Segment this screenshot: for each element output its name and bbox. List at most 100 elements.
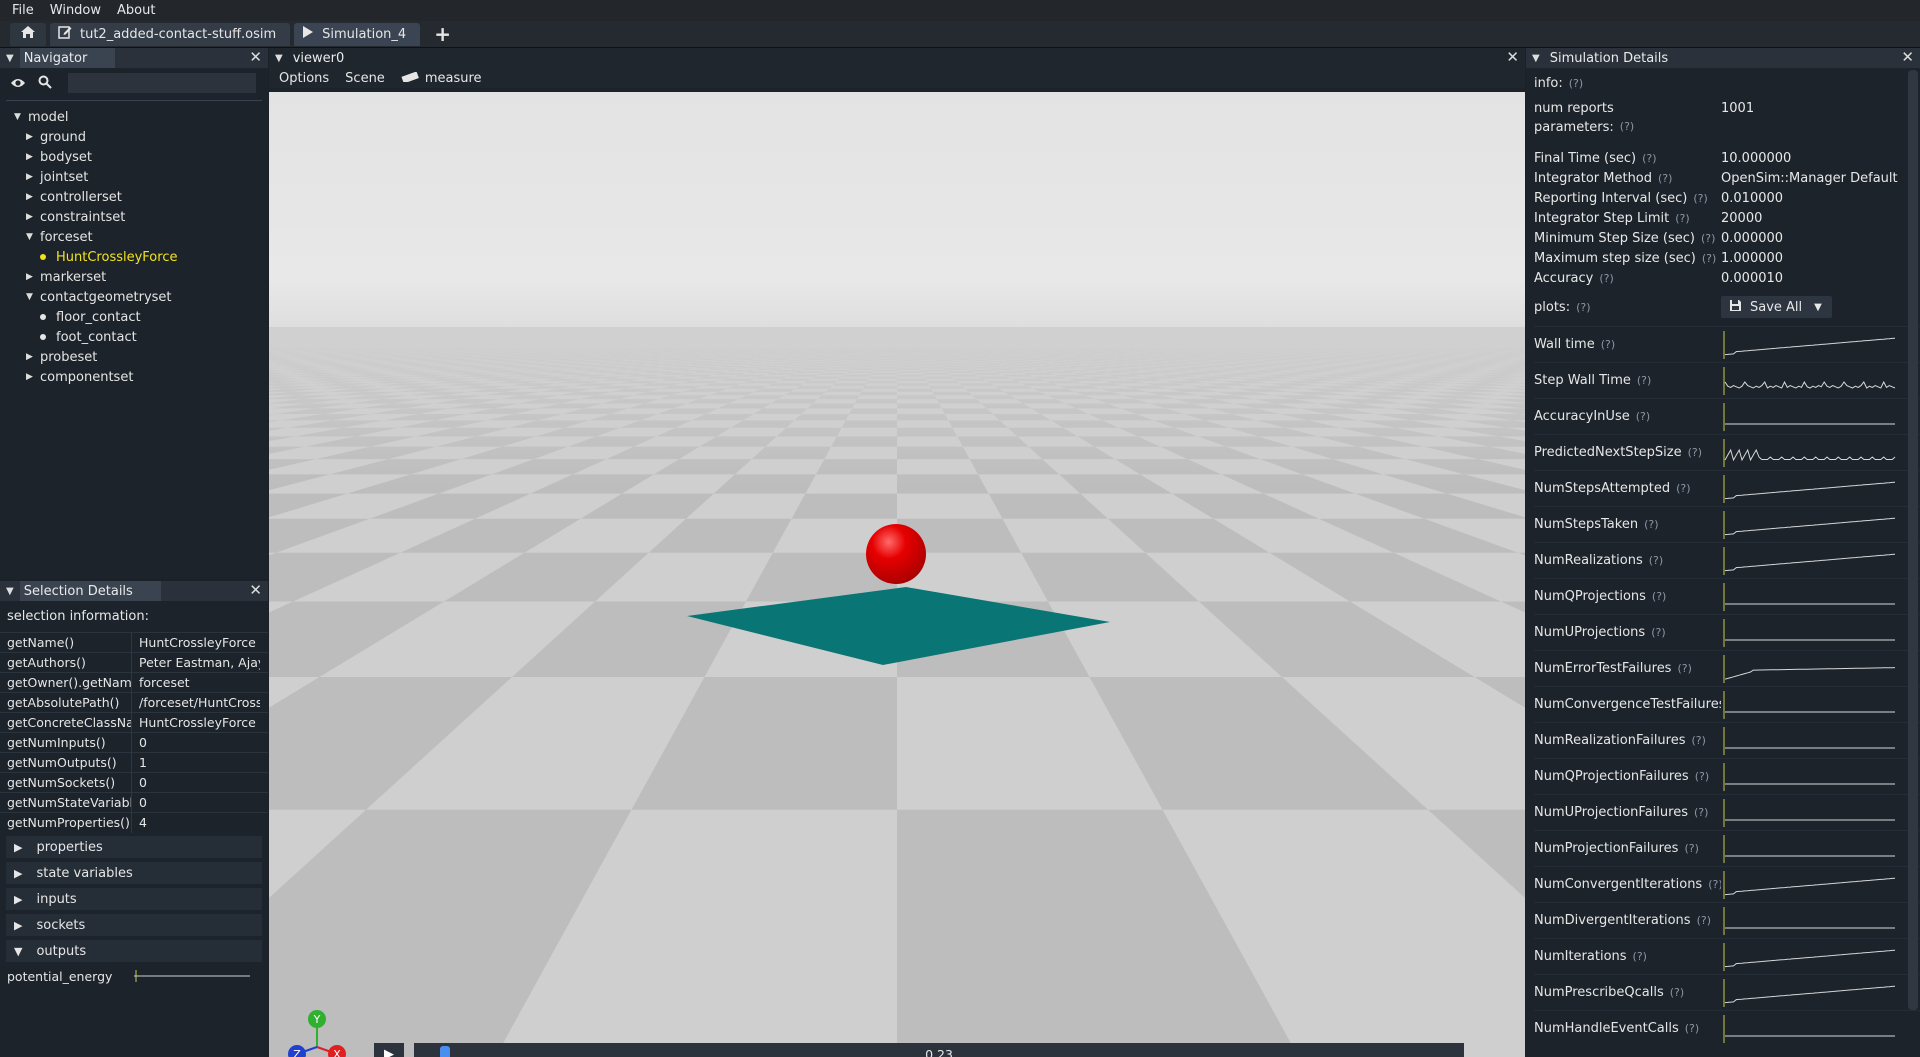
scrollbar[interactable] — [1908, 70, 1918, 1010]
plot-sparkline[interactable] — [1721, 473, 1897, 505]
tree-item[interactable]: ▶ probeset — [14, 347, 268, 367]
help-marker[interactable]: (?) — [1694, 806, 1708, 819]
plot-sparkline[interactable] — [1721, 401, 1897, 433]
viewer-menu-scene[interactable]: Scene — [345, 71, 385, 86]
tree-item[interactable]: floor_contact — [14, 307, 268, 327]
help-marker[interactable]: (?) — [1576, 301, 1590, 314]
plot-sparkline[interactable] — [1721, 725, 1897, 757]
plot-sparkline[interactable] — [1721, 653, 1897, 685]
plot-sparkline[interactable] — [1721, 545, 1897, 577]
collapsed-icon[interactable]: ▶ — [26, 372, 40, 382]
help-marker[interactable]: (?) — [1599, 272, 1613, 285]
help-marker[interactable]: (?) — [1670, 986, 1684, 999]
collapse-icon[interactable]: ▼ — [275, 53, 283, 64]
help-marker[interactable]: (?) — [1569, 77, 1583, 90]
menu-window[interactable]: Window — [42, 3, 109, 18]
section-header[interactable]: ▶ properties — [6, 836, 262, 858]
help-marker[interactable]: (?) — [1651, 626, 1665, 639]
help-marker[interactable]: (?) — [1697, 914, 1711, 927]
tree-item[interactable]: foot_contact — [14, 327, 268, 347]
help-marker[interactable]: (?) — [1708, 878, 1721, 891]
menu-file[interactable]: File — [4, 3, 42, 18]
close-icon[interactable]: ✕ — [1506, 48, 1519, 66]
collapsed-icon[interactable]: ▶ — [26, 192, 40, 202]
help-marker[interactable]: (?) — [1685, 1022, 1699, 1035]
tree-item[interactable]: ▼ model — [14, 107, 268, 127]
time-slider[interactable]: 0.23 — [414, 1043, 1464, 1057]
save-all-button[interactable]: Save All ▼ — [1721, 296, 1832, 318]
close-icon[interactable]: ✕ — [249, 48, 262, 66]
collapse-icon[interactable]: ▼ — [1532, 53, 1540, 64]
measure-button[interactable]: measure — [401, 71, 498, 86]
collapsed-icon[interactable]: ▶ — [26, 272, 40, 282]
add-tab-button[interactable]: + — [424, 22, 461, 46]
help-marker[interactable]: (?) — [1636, 410, 1650, 423]
search-input[interactable] — [68, 73, 256, 93]
help-marker[interactable]: (?) — [1675, 212, 1689, 225]
tree-item[interactable]: ▼ forceset — [14, 227, 268, 247]
collapsed-icon[interactable]: ▶ — [26, 352, 40, 362]
tree-item[interactable]: ▶ ground — [14, 127, 268, 147]
plot-sparkline[interactable] — [1721, 869, 1897, 901]
help-marker[interactable]: (?) — [1649, 554, 1663, 567]
help-marker[interactable]: (?) — [1658, 172, 1672, 185]
help-marker[interactable]: (?) — [1692, 734, 1706, 747]
collapsed-icon[interactable]: ▶ — [26, 172, 40, 182]
plot-sparkline[interactable] — [1721, 1013, 1897, 1045]
plot-sparkline[interactable] — [1721, 509, 1897, 541]
tree-item[interactable]: ▶ markerset — [14, 267, 268, 287]
help-marker[interactable]: (?) — [1702, 252, 1716, 265]
expanded-icon[interactable]: ▼ — [14, 112, 28, 122]
help-marker[interactable]: (?) — [1601, 338, 1615, 351]
viewer-menu-options[interactable]: Options — [279, 71, 329, 86]
close-icon[interactable]: ✕ — [1901, 48, 1914, 66]
tree-item[interactable]: ▶ jointset — [14, 167, 268, 187]
help-marker[interactable]: (?) — [1676, 482, 1690, 495]
tab-simulation[interactable]: Simulation_4 — [294, 22, 421, 46]
plot-sparkline[interactable] — [1721, 833, 1897, 865]
help-marker[interactable]: (?) — [1695, 770, 1709, 783]
help-marker[interactable]: (?) — [1684, 842, 1698, 855]
slider-thumb[interactable] — [439, 1046, 450, 1057]
help-marker[interactable]: (?) — [1633, 950, 1647, 963]
section-header[interactable]: ▼ outputs — [6, 940, 262, 962]
collapsed-icon[interactable]: ▶ — [26, 212, 40, 222]
plot-sparkline[interactable] — [1721, 977, 1897, 1009]
plot-sparkline[interactable] — [1721, 797, 1897, 829]
tab-home[interactable] — [10, 22, 46, 46]
3d-scene[interactable]: Y X Z ▶ 0.23 — [269, 92, 1525, 1057]
collapsed-icon[interactable]: ▶ — [26, 132, 40, 142]
plot-sparkline[interactable] — [1721, 761, 1897, 793]
plot-sparkline[interactable] — [1721, 329, 1897, 361]
tree-item[interactable]: ▶ controllerset — [14, 187, 268, 207]
help-marker[interactable]: (?) — [1644, 518, 1658, 531]
expanded-icon[interactable]: ▼ — [26, 232, 40, 242]
expanded-icon[interactable]: ▼ — [26, 292, 40, 302]
section-header[interactable]: ▶ inputs — [6, 888, 262, 910]
plot-sparkline[interactable] — [1721, 617, 1897, 649]
collapsed-icon[interactable]: ▶ — [26, 152, 40, 162]
menu-about[interactable]: About — [109, 3, 163, 18]
help-marker[interactable]: (?) — [1642, 152, 1656, 165]
close-icon[interactable]: ✕ — [249, 581, 262, 599]
help-marker[interactable]: (?) — [1620, 120, 1634, 133]
section-header[interactable]: ▶ state variables — [6, 862, 262, 884]
help-marker[interactable]: (?) — [1677, 662, 1691, 675]
plot-sparkline[interactable] — [1721, 941, 1897, 973]
collapse-icon[interactable]: ▼ — [6, 586, 14, 597]
help-marker[interactable]: (?) — [1688, 446, 1702, 459]
plot-sparkline[interactable] — [1721, 689, 1897, 721]
eye-icon[interactable] — [10, 74, 26, 93]
help-marker[interactable]: (?) — [1701, 232, 1715, 245]
plot-sparkline[interactable] — [1721, 905, 1897, 937]
collapse-icon[interactable]: ▼ — [6, 53, 14, 64]
tree-item[interactable]: ▶ constraintset — [14, 207, 268, 227]
tree-item[interactable]: HuntCrossleyForce — [14, 247, 268, 267]
tree-item[interactable]: ▶ componentset — [14, 367, 268, 387]
help-marker[interactable]: (?) — [1693, 192, 1707, 205]
plot-sparkline[interactable] — [1721, 437, 1897, 469]
tree-item[interactable]: ▶ bodyset — [14, 147, 268, 167]
help-marker[interactable]: (?) — [1637, 374, 1651, 387]
help-marker[interactable]: (?) — [1652, 590, 1666, 603]
tab-model-file[interactable]: tut2_added-contact-stuff.osim — [50, 22, 291, 46]
